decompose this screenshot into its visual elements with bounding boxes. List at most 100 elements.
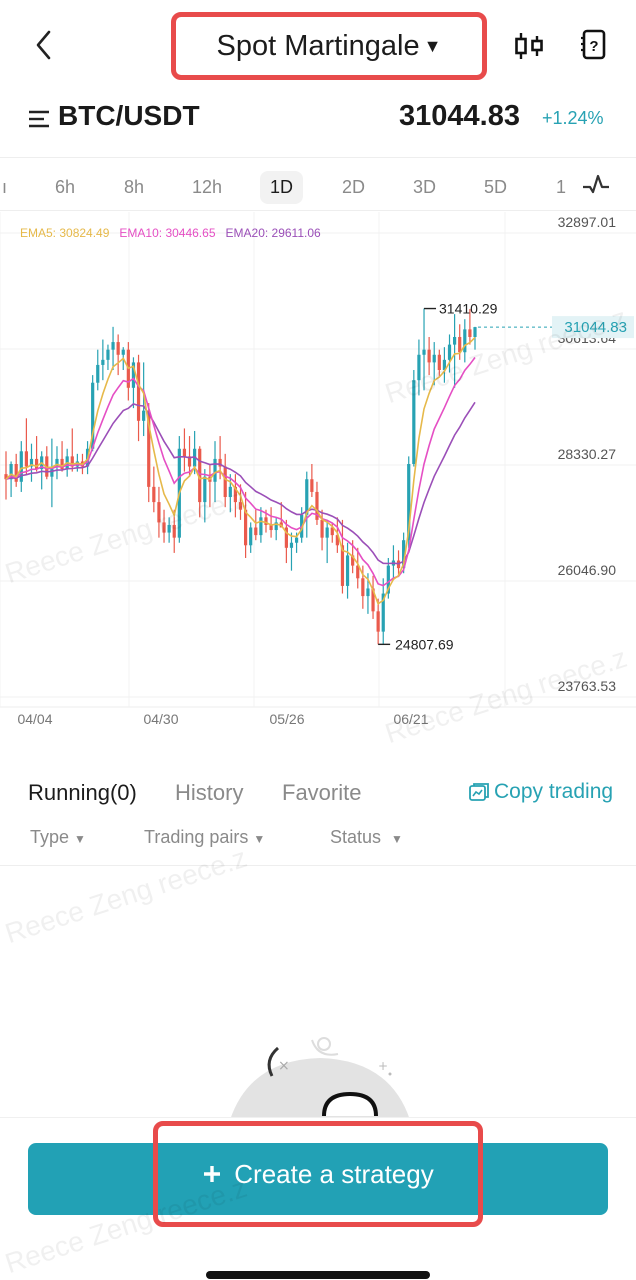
interval-1d[interactable]: 1D — [260, 171, 304, 204]
candle-body — [259, 517, 263, 536]
candle-body — [422, 349, 426, 355]
y-tick-label: 26046.90 — [558, 562, 617, 578]
candle-body — [223, 466, 227, 498]
filter-trading-pairs[interactable]: Trading pairs ▼ — [144, 827, 265, 848]
candle-body — [289, 542, 294, 548]
candle-body — [432, 354, 436, 363]
tab-running[interactable]: Running(0) — [28, 780, 137, 806]
interval-5d[interactable]: 5D — [484, 177, 507, 198]
candle-body — [320, 519, 324, 538]
candle-body — [152, 486, 156, 503]
watermark: Reece Zeng reece.z — [1, 841, 251, 950]
chart-toggle-button[interactable] — [512, 30, 546, 62]
candle-body — [376, 611, 380, 632]
ema20-label: EMA20: 29611.06 — [225, 226, 321, 240]
candle-body — [101, 359, 105, 365]
candle-body — [453, 336, 457, 345]
interval-3d[interactable]: 3D — [413, 177, 436, 198]
header-divider — [0, 157, 636, 158]
copy-trading-label: Copy trading — [494, 780, 614, 803]
filter-trading-pairs-label: Trading pairs — [144, 827, 249, 847]
create-strategy-label: Create a strategy — [234, 1158, 434, 1189]
candle-body — [366, 588, 370, 597]
filter-status[interactable]: Status ▼ — [330, 827, 403, 848]
strategy-type-selector[interactable]: Spot Martingale ▼ — [171, 12, 487, 80]
caret-down-icon: ▼ — [74, 832, 86, 846]
interval-12h[interactable]: 12h — [192, 177, 222, 198]
interval-6h[interactable]: 6h — [55, 177, 75, 198]
tab-history[interactable]: History — [175, 780, 243, 806]
ema20-line — [5, 401, 476, 565]
candle-body — [325, 527, 329, 538]
price-change: +1.24% — [542, 108, 604, 128]
svg-text:?: ? — [589, 38, 598, 55]
help-button[interactable]: ? — [578, 28, 608, 62]
candle-body — [468, 329, 472, 337]
candle-body — [361, 578, 365, 597]
y-tick-label: 28330.27 — [558, 446, 617, 462]
filter-type[interactable]: Type ▼ — [30, 827, 86, 848]
caret-down-icon: ▼ — [391, 832, 403, 846]
candle-body — [111, 342, 115, 350]
svg-text:+: + — [378, 1059, 388, 1073]
candle-body — [249, 527, 253, 546]
candle-body — [305, 479, 309, 515]
plus-icon — [204, 1166, 221, 1182]
candle-body — [447, 344, 452, 360]
candle-body — [345, 555, 350, 586]
candle-body — [162, 522, 166, 533]
interval-2d[interactable]: 2D — [342, 177, 365, 198]
copy-trading-link[interactable]: Copy trading — [468, 780, 613, 804]
y-tick-label: 32897.01 — [558, 214, 617, 230]
empty-state-illustration: × + — [230, 1037, 410, 1120]
candle-body — [172, 524, 176, 538]
interval-more[interactable]: 1 — [556, 177, 566, 198]
interval-8h[interactable]: 8h — [124, 177, 144, 198]
ema-legend: EMA5: 30824.49 EMA10: 30446.65 EMA20: 29… — [20, 226, 321, 240]
candle-body — [157, 502, 161, 523]
help-book-icon: ? — [581, 29, 606, 60]
pulse-icon — [583, 174, 609, 194]
svg-text:×: × — [278, 1058, 290, 1074]
menu-icon — [29, 110, 49, 128]
home-indicator — [206, 1271, 430, 1279]
candle-body — [228, 486, 232, 498]
x-tick-label: 06/21 — [393, 711, 428, 727]
candle-body — [427, 349, 431, 363]
candle-body — [116, 342, 120, 355]
candle-body — [182, 448, 187, 457]
candle-body — [463, 329, 467, 353]
back-button[interactable] — [30, 28, 60, 62]
candle-body — [136, 362, 141, 421]
interval-divider — [0, 210, 636, 211]
trading-pair[interactable]: BTC/USDT — [58, 100, 200, 132]
interval-partial: ı — [2, 177, 8, 197]
candle-body — [437, 354, 441, 371]
candle-body — [14, 463, 18, 482]
candle-body — [294, 537, 299, 543]
low-marker-label: 24807.69 — [395, 636, 454, 652]
filter-status-label: Status — [330, 827, 382, 847]
create-strategy-highlight[interactable]: Create a strategy — [153, 1121, 483, 1227]
candle-body — [458, 336, 462, 353]
candle-body — [213, 458, 217, 482]
candle-body — [121, 349, 125, 355]
x-tick-label: 04/30 — [143, 711, 178, 727]
candlestick-chart-icon — [515, 33, 543, 59]
chevron-left-icon — [36, 30, 51, 60]
candle-body — [254, 527, 258, 536]
pair-menu-button[interactable] — [28, 110, 50, 128]
candle-body — [19, 451, 23, 482]
candle-body — [24, 451, 28, 467]
tab-favorite[interactable]: Favorite — [282, 780, 361, 806]
filter-divider — [0, 865, 636, 866]
x-tick-label: 04/04 — [17, 711, 52, 727]
price-chart[interactable]: 32897.0130613.6428330.2726046.9023763.53… — [0, 212, 636, 732]
ema5-label: EMA5: 30824.49 — [20, 226, 110, 240]
candle-body — [167, 524, 171, 533]
candle-body — [106, 349, 110, 360]
indicator-button[interactable] — [582, 172, 610, 198]
candle-body — [310, 479, 314, 492]
candle-body — [243, 509, 248, 546]
candle-body — [203, 476, 207, 503]
